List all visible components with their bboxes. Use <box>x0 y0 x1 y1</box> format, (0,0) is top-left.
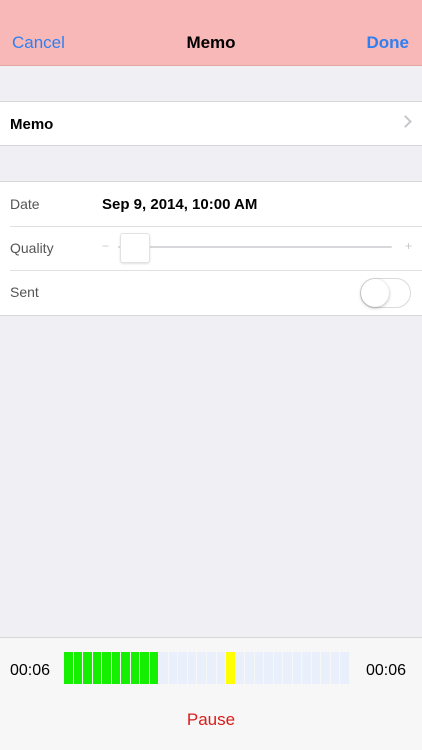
level-meter-segment <box>235 652 245 684</box>
details-group: Date Sep 9, 2014, 10:00 AM Quality − + S… <box>0 181 422 316</box>
level-meter-segment <box>292 652 302 684</box>
level-meter-segment <box>64 652 73 684</box>
pause-button[interactable]: Pause <box>0 710 422 730</box>
level-meter-segment <box>321 652 330 684</box>
memo-row-label: Memo <box>10 116 54 133</box>
level-meter-segment <box>245 652 254 684</box>
plus-icon: + <box>404 239 412 253</box>
quality-row: Quality − + <box>0 226 422 270</box>
date-row[interactable]: Date Sep 9, 2014, 10:00 AM <box>0 182 422 226</box>
level-meter <box>64 652 349 684</box>
date-value[interactable]: Sep 9, 2014, 10:00 AM <box>102 195 257 214</box>
minus-icon: − <box>102 239 110 253</box>
level-meter-segment <box>92 652 102 684</box>
level-meter-segment <box>216 652 226 684</box>
level-meter-segment <box>226 652 235 684</box>
level-meter-segment <box>130 652 140 684</box>
level-meter-segment <box>283 652 292 684</box>
level-meter-segment <box>340 652 349 684</box>
elapsed-time: 00:06 <box>10 662 51 679</box>
level-meter-segment <box>168 652 178 684</box>
level-meter-segment <box>187 652 197 684</box>
level-meter-segment <box>102 652 111 684</box>
screen: Cancel Memo Done Memo Date Sep 9, 2014, … <box>0 0 422 750</box>
recorder-bar: 00:06 00:06 Pause <box>0 637 422 750</box>
level-meter-segment <box>197 652 206 684</box>
quality-slider-thumb[interactable] <box>120 233 150 263</box>
level-meter-segment <box>254 652 264 684</box>
quality-label: Quality <box>10 240 54 256</box>
level-meter-segment <box>111 652 121 684</box>
chevron-right-icon <box>399 115 412 128</box>
level-meter-segment <box>178 652 187 684</box>
page-title: Memo <box>186 33 236 52</box>
level-meter-segment <box>311 652 321 684</box>
level-meter-segment <box>73 652 83 684</box>
level-meter-segment <box>140 652 149 684</box>
level-meter-segment <box>149 652 159 684</box>
level-meter-segment <box>83 652 92 684</box>
quality-slider-track[interactable] <box>118 246 392 248</box>
level-meter-segment <box>273 652 283 684</box>
level-meter-segment <box>207 652 216 684</box>
sent-row: Sent <box>0 270 422 314</box>
level-meter-segment <box>159 652 168 684</box>
total-time: 00:06 <box>365 662 406 679</box>
date-label: Date <box>10 196 40 212</box>
level-meter-segment <box>121 652 130 684</box>
memo-group: Memo <box>0 101 422 146</box>
sent-toggle[interactable] <box>360 278 411 308</box>
level-meter-segment <box>330 652 340 684</box>
navigation-bar: Cancel Memo Done <box>0 0 422 66</box>
level-meter-segment <box>264 652 273 684</box>
toggle-knob <box>361 279 389 307</box>
done-button[interactable]: Done <box>367 33 410 53</box>
level-meter-segment <box>302 652 311 684</box>
sent-label: Sent <box>10 284 39 300</box>
memo-row[interactable]: Memo <box>0 102 422 146</box>
